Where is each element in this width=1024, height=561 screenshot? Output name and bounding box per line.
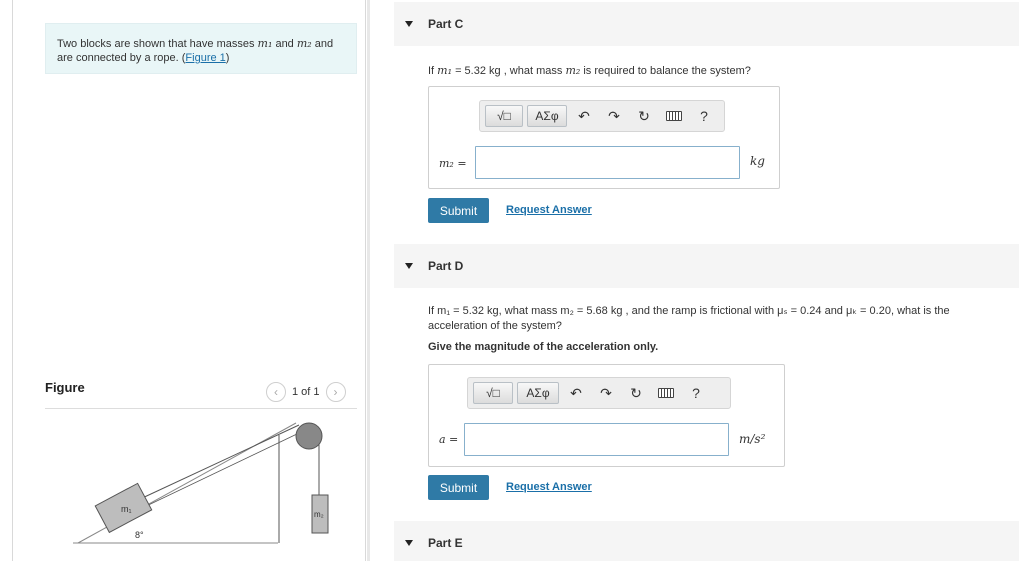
q-m1: m₁ (437, 64, 453, 77)
acceleration-unit: m/s² (739, 432, 766, 446)
caret-down-icon[interactable] (405, 21, 413, 27)
template-button[interactable]: √□ (473, 382, 513, 404)
pulley (295, 422, 323, 450)
m2-input[interactable] (475, 146, 740, 179)
reset-icon[interactable]: ↻ (631, 105, 657, 127)
chevron-left-icon[interactable]: ‹ (266, 382, 286, 402)
angle-label: 8° (135, 530, 144, 540)
part-d-question: If m₁ = 5.32 kg, what mass m₂ = 5.68 kg … (428, 304, 1008, 334)
redo-icon[interactable]: ↷ (593, 382, 619, 404)
part-d-submit-button[interactable]: Submit (428, 475, 489, 500)
part-e-header[interactable]: Part E (394, 521, 1019, 561)
caret-down-icon[interactable] (405, 263, 413, 269)
greek-button[interactable]: ΑΣφ (527, 105, 567, 127)
part-c-header[interactable]: Part C (394, 2, 1019, 46)
q-m2: m₂ (565, 64, 581, 77)
pager-text: 1 of 1 (292, 386, 320, 398)
part-c-question: If m₁ = 5.32 kg , what mass m₂ is requir… (428, 63, 751, 79)
caret-down-icon[interactable] (405, 540, 413, 546)
figure-link[interactable]: Figure 1 (185, 52, 225, 64)
help-button[interactable]: ? (683, 382, 709, 404)
intro-text-and: and (272, 38, 297, 50)
part-c-title: Part C (428, 17, 464, 31)
part-d-question-line1: If m₁ = 5.32 kg, what mass m₂ = 5.68 kg … (428, 305, 950, 317)
chevron-right-icon[interactable]: › (325, 382, 346, 402)
part-d-answer-box: √□ ΑΣφ ↶ ↷ ↻ ? a = m/s² (428, 364, 785, 467)
figure-pager: ‹ 1 of 1 › (266, 381, 346, 403)
right-panel: Part C If m₁ = 5.32 kg , what mass m₂ is… (367, 0, 1024, 561)
keyboard-icon[interactable] (661, 105, 687, 127)
part-e-title: Part E (428, 536, 463, 550)
part-c-toolbar: √□ ΑΣφ ↶ ↷ ↻ ? (479, 100, 725, 132)
figure-divider (45, 408, 357, 409)
template-button[interactable]: √□ (485, 105, 523, 127)
rope-ramp-lower (137, 432, 300, 511)
block2-label: m₂ (314, 510, 324, 519)
keyboard-icon[interactable] (653, 382, 679, 404)
part-d-question-line2: acceleration of the system? (428, 320, 562, 332)
m1-symbol: m₁ (257, 37, 273, 50)
kg-unit: kg (750, 154, 765, 168)
intro-text-before: Two blocks are shown that have masses (57, 38, 258, 50)
part-d-instruction: Give the magnitude of the acceleration o… (428, 341, 659, 353)
undo-icon[interactable]: ↶ (563, 382, 589, 404)
q-value: = 5.32 kg , what mass (452, 65, 566, 77)
part-d-header[interactable]: Part D (394, 244, 1019, 288)
m2-symbol: m₂ (296, 37, 312, 50)
problem-intro: Two blocks are shown that have masses m₁… (45, 23, 357, 74)
rope-ramp (137, 424, 300, 501)
part-d-toolbar: √□ ΑΣφ ↶ ↷ ↻ ? (467, 377, 731, 409)
undo-icon[interactable]: ↶ (571, 105, 597, 127)
part-c-request-answer-link[interactable]: Request Answer (506, 204, 592, 216)
q-suffix: is required to balance the system? (580, 65, 751, 77)
figure-diagram: m₁ m₂ 8° (73, 422, 329, 544)
figure-label: Figure (45, 380, 85, 395)
greek-button[interactable]: ΑΣφ (517, 382, 559, 404)
block1-label: m₁ (121, 504, 132, 514)
a-input[interactable] (464, 423, 729, 456)
help-button[interactable]: ? (691, 105, 717, 127)
reset-icon[interactable]: ↻ (623, 382, 649, 404)
intro-close-paren: ) (225, 52, 230, 64)
part-d-title: Part D (428, 259, 464, 273)
m2-label: m₂ = (439, 157, 467, 170)
a-label: a = (439, 433, 459, 446)
redo-icon[interactable]: ↷ (601, 105, 627, 127)
part-c-answer-box: √□ ΑΣφ ↶ ↷ ↻ ? m₂ = kg (428, 86, 780, 189)
part-d-request-answer-link[interactable]: Request Answer (506, 481, 592, 493)
part-c-submit-button[interactable]: Submit (428, 198, 489, 223)
left-panel: Two blocks are shown that have masses m₁… (12, 0, 366, 561)
q-prefix: If (428, 65, 438, 77)
